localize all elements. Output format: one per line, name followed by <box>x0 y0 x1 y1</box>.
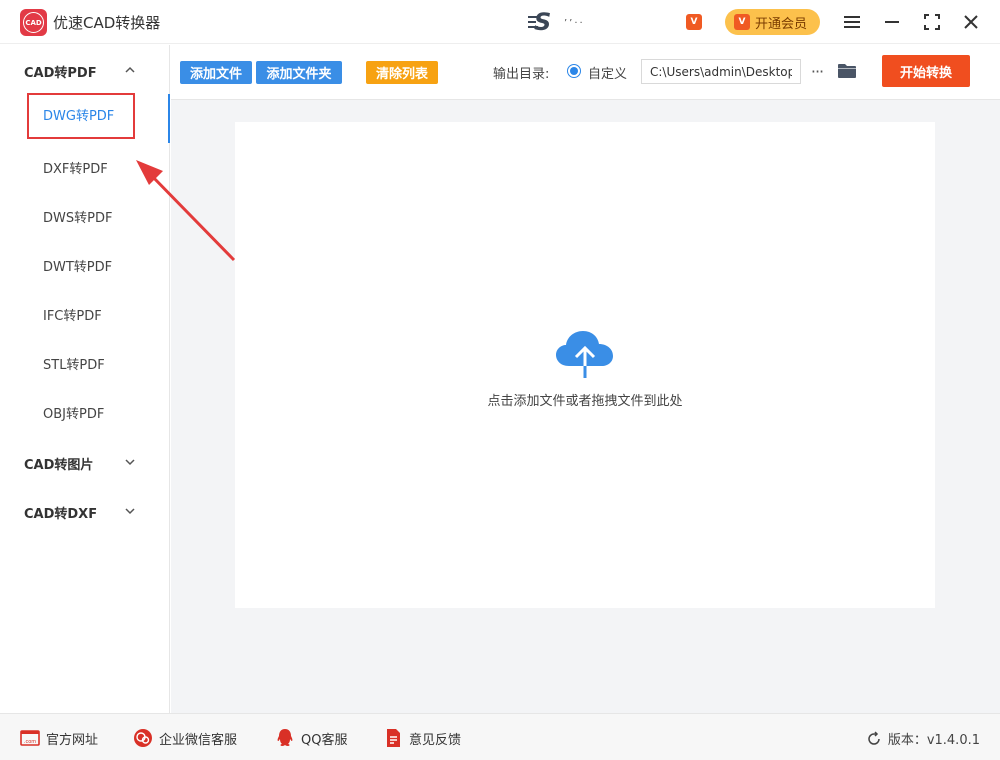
wechat-service-label: 企业微信客服 <box>159 732 238 748</box>
sidebar-item-label: DWT转PDF <box>43 259 113 275</box>
sidebar-item-ifc-to-pdf[interactable]: IFC转PDF <box>0 294 169 334</box>
sidebar-item-dws-to-pdf[interactable]: DWS转PDF <box>0 196 169 236</box>
app-logo-text: CAD <box>23 12 44 33</box>
open-vip-button[interactable]: V 开通会员 <box>725 9 820 35</box>
vip-icon: V <box>734 14 750 30</box>
annotation-highlight-box <box>27 93 135 139</box>
sidebar-item-stl-to-pdf[interactable]: STL转PDF <box>0 343 169 383</box>
sidebar-item-obj-to-pdf[interactable]: OBJ转PDF <box>0 392 169 432</box>
sidebar-item-dwt-to-pdf[interactable]: DWT转PDF <box>0 245 169 285</box>
version-label: 版本：v1.4.0.1 <box>887 733 980 748</box>
feedback-link[interactable]: 意见反馈 <box>383 728 461 748</box>
cloud-upload-icon <box>556 331 613 378</box>
sidebar-item-label: DXF转PDF <box>43 161 108 177</box>
menu-icon[interactable] <box>840 10 864 34</box>
app-title: 优速CAD转换器 <box>53 14 161 32</box>
footer: .com 官方网址 企业微信客服 QQ客服 意见反馈 版本：v1.4.0.1 <box>0 713 1000 760</box>
main-area: 添加文件 添加文件夹 清除列表 输出目录: 自定义 ··· 开始转换 点击添加文… <box>171 45 1000 713</box>
user-name: ’’·· <box>564 17 585 29</box>
sidebar-group-label: CAD转图片 <box>24 458 94 473</box>
feedback-icon <box>387 729 400 747</box>
vip-badge-icon[interactable]: V <box>686 14 702 30</box>
sidebar-item-dxf-to-pdf[interactable]: DXF转PDF <box>0 147 169 187</box>
sidebar-group-label: CAD转DXF <box>24 507 98 522</box>
title-bar: CAD 优速CAD转换器 S ’’·· V V 开通会员 <box>0 0 1000 44</box>
official-website-link[interactable]: .com 官方网址 <box>20 728 98 748</box>
wechat-icon <box>134 729 152 747</box>
clear-list-button[interactable]: 清除列表 <box>366 61 438 84</box>
sidebar-group-cad-to-pdf[interactable]: CAD转PDF <box>24 62 135 81</box>
minimize-icon[interactable] <box>880 10 904 34</box>
sidebar-item-label: DWS转PDF <box>43 210 113 226</box>
sidebar-group-cad-to-dxf[interactable]: CAD转DXF <box>24 503 135 522</box>
official-website-label: 官方网址 <box>46 732 99 748</box>
qq-service-link[interactable]: QQ客服 <box>275 728 347 748</box>
chevron-down-icon <box>125 459 135 466</box>
maximize-icon[interactable] <box>920 10 944 34</box>
refresh-icon <box>868 730 880 745</box>
add-folder-button[interactable]: 添加文件夹 <box>256 61 342 84</box>
file-drop-zone[interactable]: 点击添加文件或者拖拽文件到此处 <box>235 122 935 608</box>
chevron-down-icon <box>125 508 135 515</box>
output-path-input[interactable] <box>641 59 801 84</box>
drop-hint-text: 点击添加文件或者拖拽文件到此处 <box>487 394 683 409</box>
app-logo-icon: CAD <box>20 9 47 36</box>
sidebar-item-label: STL转PDF <box>43 357 105 373</box>
qq-icon <box>277 729 293 746</box>
sidebar-group-label: CAD转PDF <box>24 66 97 81</box>
toolbar: 添加文件 添加文件夹 清除列表 输出目录: 自定义 ··· 开始转换 <box>171 45 1000 100</box>
close-icon[interactable] <box>959 10 983 34</box>
sidebar-item-label: IFC转PDF <box>43 308 102 324</box>
add-file-button[interactable]: 添加文件 <box>180 61 252 84</box>
sidebar-item-label: OBJ转PDF <box>43 406 105 422</box>
browse-more-button[interactable]: ··· <box>807 59 827 83</box>
wechat-service-link[interactable]: 企业微信客服 <box>133 728 237 748</box>
sidebar-group-cad-to-image[interactable]: CAD转图片 <box>24 454 135 473</box>
folder-icon[interactable] <box>837 62 857 80</box>
qq-service-label: QQ客服 <box>301 732 348 748</box>
start-convert-button[interactable]: 开始转换 <box>882 55 970 87</box>
chevron-up-icon <box>125 66 135 73</box>
sidebar: CAD转PDF DWG转PDF DXF转PDF DWS转PDF DWT转PDF … <box>0 45 170 713</box>
feedback-label: 意见反馈 <box>409 732 462 748</box>
custom-output-radio[interactable] <box>567 64 581 78</box>
user-info[interactable]: S ’’·· <box>528 8 585 36</box>
output-dir-label: 输出目录: <box>493 67 550 82</box>
svg-text:.com: .com <box>24 739 36 745</box>
custom-output-label[interactable]: 自定义 <box>588 63 627 82</box>
open-vip-label: 开通会员 <box>755 16 808 32</box>
website-icon: .com <box>20 730 40 746</box>
version-info[interactable]: 版本：v1.4.0.1 <box>866 729 980 748</box>
user-avatar-icon: S <box>528 8 556 36</box>
